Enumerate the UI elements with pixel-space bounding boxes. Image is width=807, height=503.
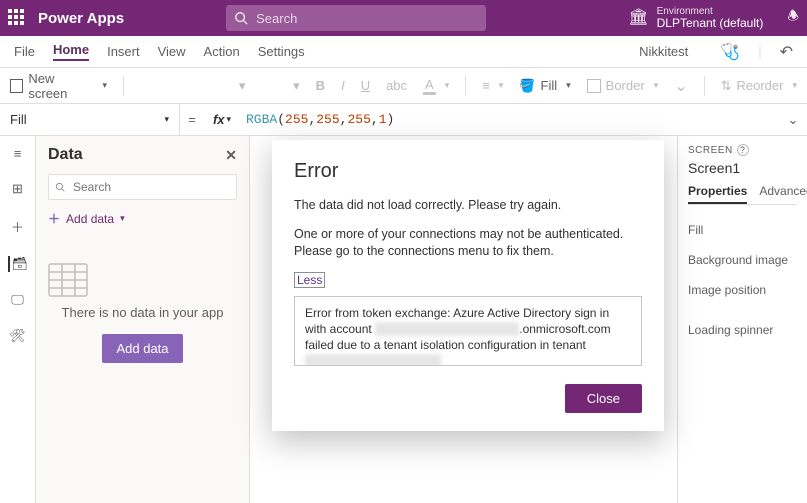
error-details-box[interactable]: Error from token exchange: Azure Active … — [294, 296, 642, 366]
dialog-message-2: One or more of your connections may not … — [294, 226, 642, 260]
redacted-account: xxxxxxxxxxxxx@xxxxxxxxx — [375, 322, 519, 336]
close-button[interactable]: Close — [565, 384, 642, 413]
toggle-details-link[interactable]: Less — [294, 272, 325, 288]
redacted-tenant: xxxxxxxx-xxxx-xxxx-xxxx- — [305, 354, 441, 365]
error-dialog: Error The data did not load correctly. P… — [272, 140, 664, 431]
dialog-title: Error — [294, 160, 642, 183]
dialog-message-1: The data did not load correctly. Please … — [294, 197, 642, 214]
modal-overlay: Error The data did not load correctly. P… — [0, 0, 807, 503]
